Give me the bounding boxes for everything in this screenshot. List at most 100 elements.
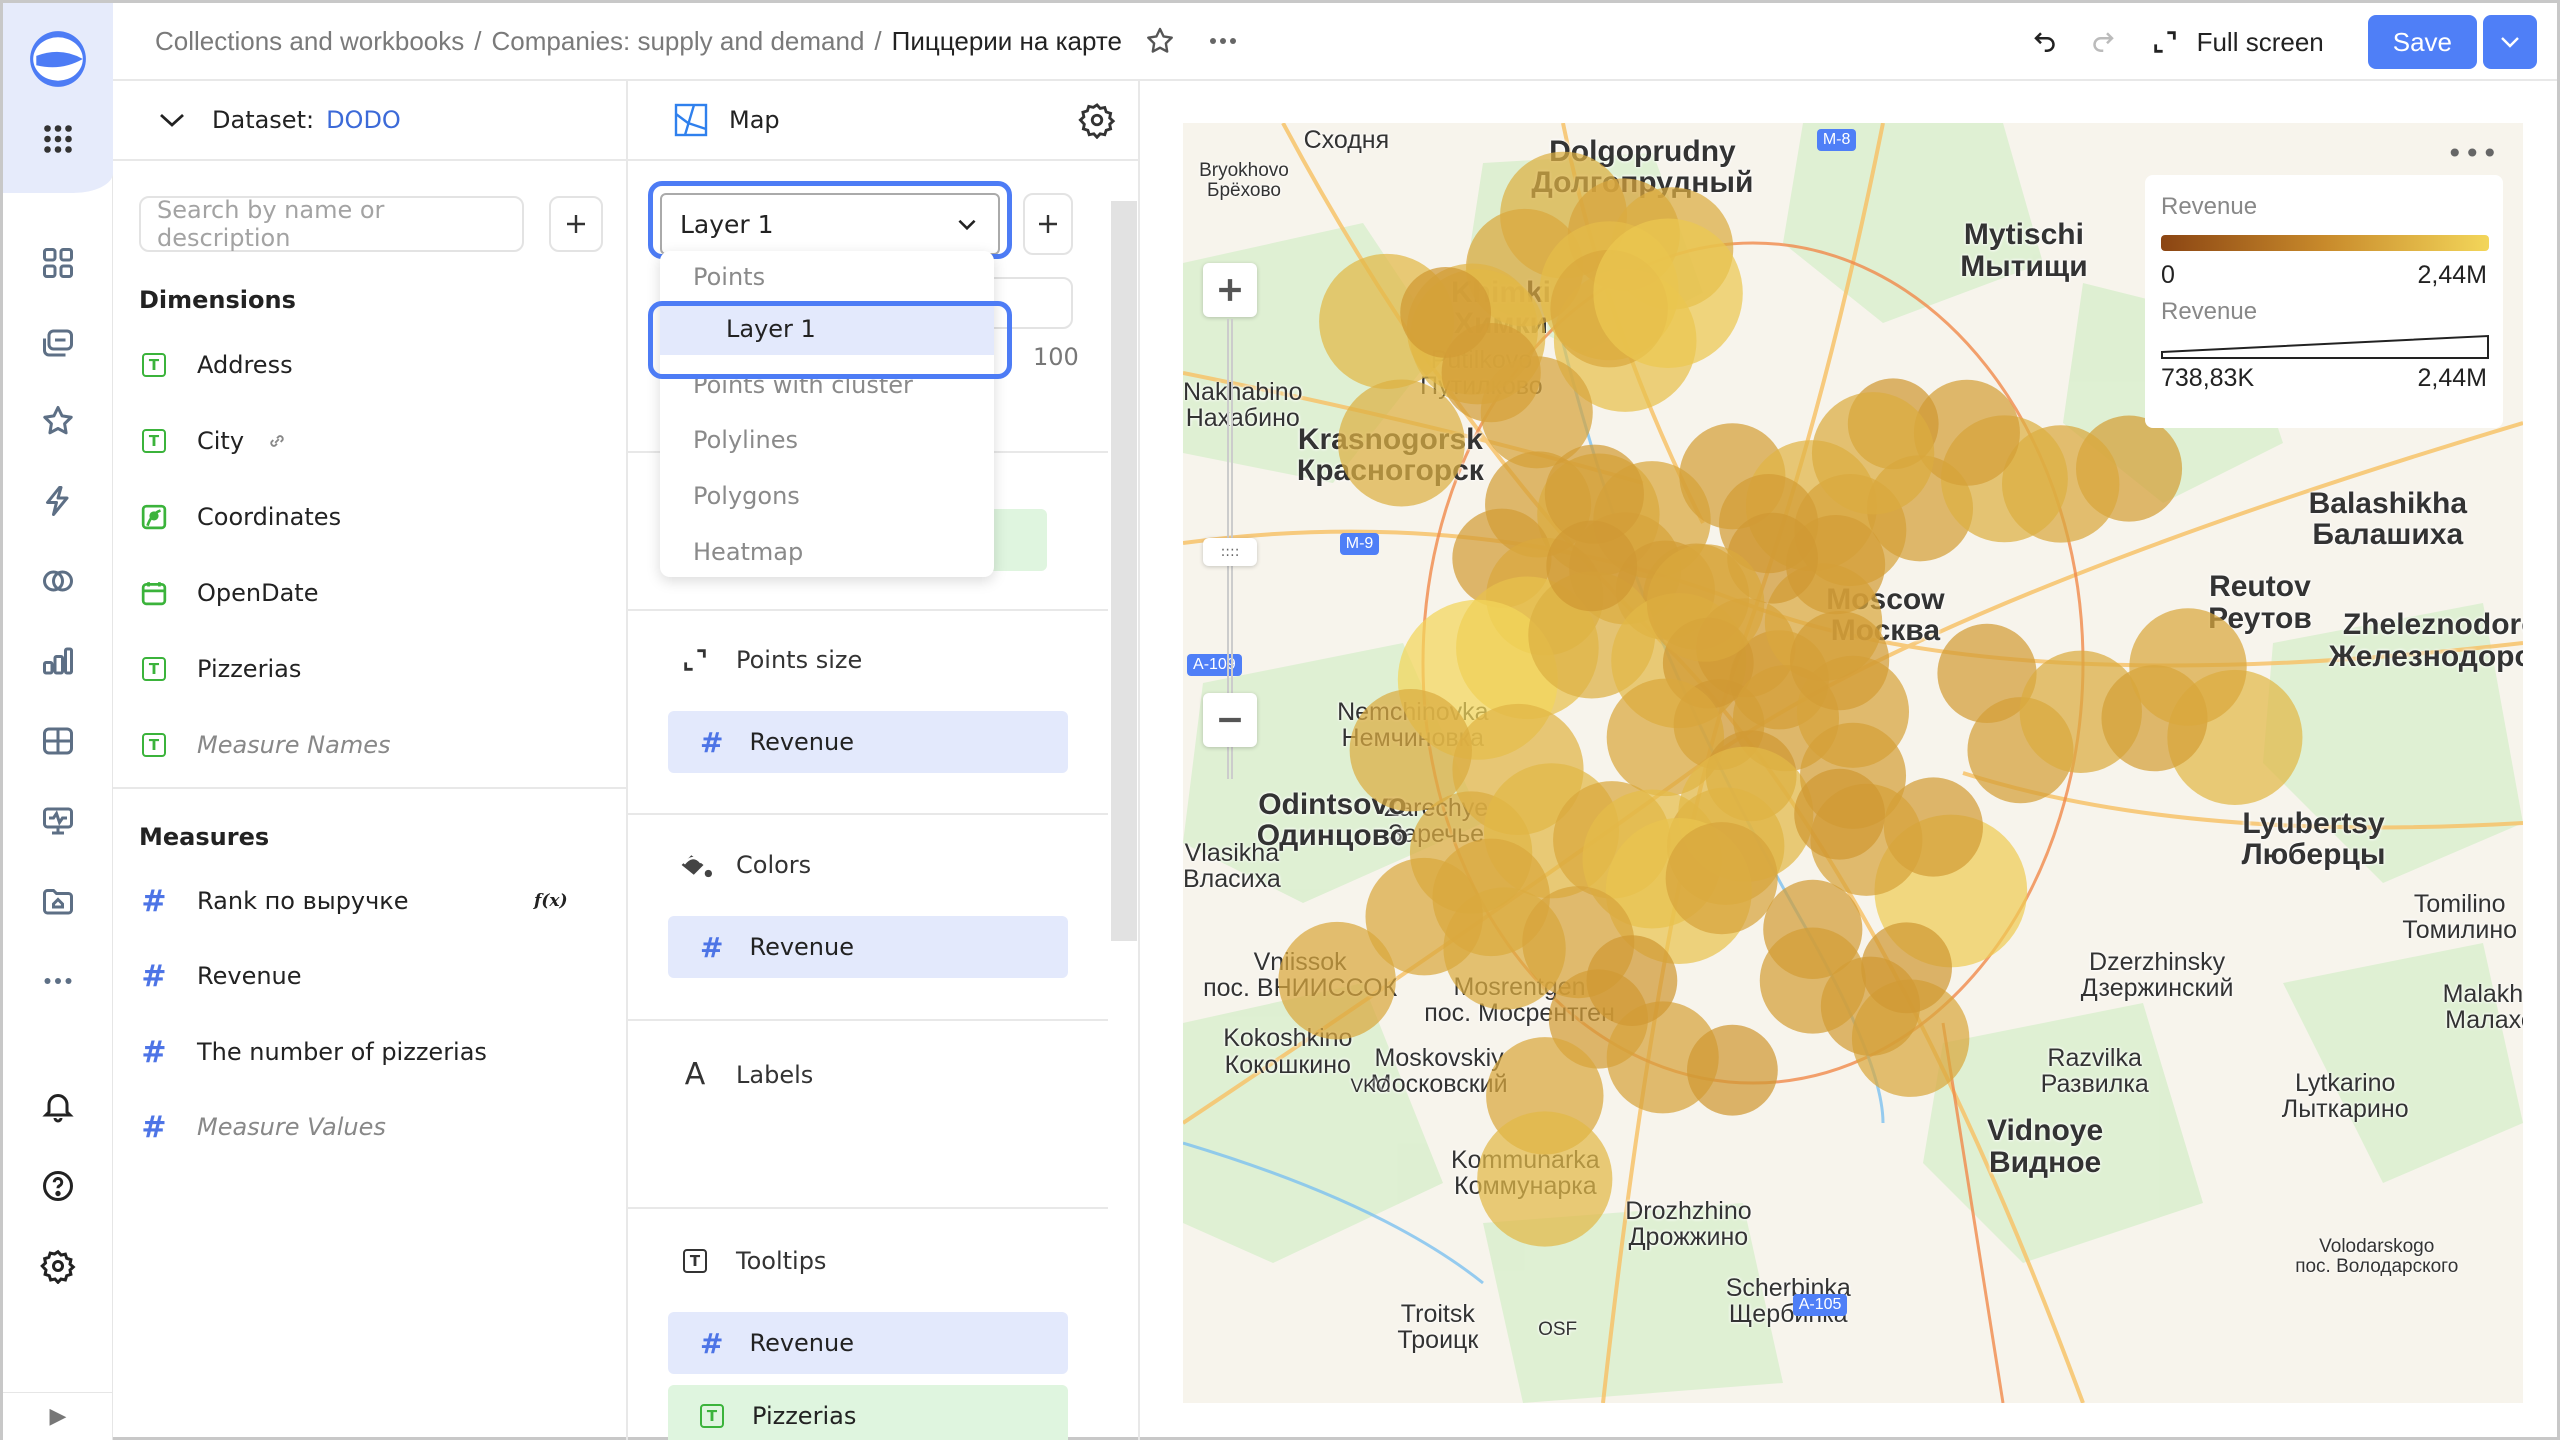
map-point[interactable] [1477, 1111, 1613, 1247]
favorites-star-icon[interactable] [3, 393, 113, 449]
dataset-header[interactable]: Dataset: DODO [113, 81, 626, 161]
top-header: Collections and workbooks / Companies: s… [113, 3, 2557, 81]
zoom-out-button[interactable] [1203, 693, 1257, 747]
dimension-item[interactable]: Coordinates [139, 495, 599, 539]
dimension-item[interactable]: T City [139, 419, 599, 463]
number-type-icon: # [141, 883, 167, 919]
dropdown-group-polylines[interactable]: Polylines [660, 414, 994, 466]
measure-item[interactable]: # Measure Values [139, 1105, 599, 1149]
map-legend: Revenue 0 2,44M Revenue 738,83K 2,44M [2145, 175, 2503, 428]
map-point[interactable] [1646, 544, 1765, 662]
map-point[interactable] [1794, 768, 1885, 860]
dataset-name[interactable]: DODO [326, 106, 401, 134]
panel-scrollbar[interactable] [1111, 201, 1137, 941]
map-point[interactable] [2129, 608, 2247, 726]
apps-grid-icon[interactable] [3, 111, 113, 167]
connections-bolt-icon[interactable] [3, 473, 113, 529]
dataset-panel: Dataset: DODO Search by name or descript… [113, 81, 628, 1440]
number-type-icon: # [700, 1326, 724, 1360]
logo-icon[interactable] [3, 29, 113, 89]
add-layer-button[interactable] [1023, 193, 1073, 255]
text-a-icon: A [684, 1057, 706, 1092]
dropdown-group-points: Points [693, 263, 766, 291]
map-canvas[interactable]: DolgoprudnyДолгопрудныйMytischiМытищиKhi… [1183, 123, 2523, 1403]
dimension-item[interactable]: T Measure Names [139, 723, 599, 767]
dimension-item[interactable]: T Address [139, 343, 599, 387]
chart-settings-gear-icon[interactable] [1078, 101, 1116, 145]
map-point[interactable] [1665, 822, 1778, 935]
map-point[interactable] [1790, 611, 1890, 711]
section-divider [628, 813, 1108, 815]
expand-triangle-icon: ▶ [49, 1404, 67, 1429]
layer-select[interactable]: Layer 1 [660, 193, 1000, 255]
text-type-icon: T [142, 733, 166, 757]
color-legend-min: 0 [2161, 261, 2175, 289]
dashboards-grid-icon[interactable] [3, 713, 113, 769]
points-size-field-chip[interactable]: # Revenue [668, 711, 1068, 773]
save-button[interactable]: Save [2367, 15, 2477, 69]
chart-type-header[interactable]: Map [628, 81, 1138, 161]
map-more-icon[interactable]: ••• [2446, 137, 2499, 170]
map-point[interactable] [1586, 935, 1678, 1026]
fullscreen-icon[interactable] [2151, 28, 2179, 56]
collapse-rail-button[interactable]: ▶ [3, 1392, 113, 1440]
add-field-button[interactable] [549, 196, 603, 252]
dropdown-group-points-with-cluster[interactable]: Points with cluster [660, 359, 994, 411]
map-point[interactable] [1763, 879, 1863, 979]
colors-field-chip[interactable]: # Revenue [668, 916, 1068, 978]
redo-icon[interactable] [2087, 27, 2117, 57]
map-point[interactable] [1349, 689, 1472, 812]
chip-label: Revenue [749, 933, 854, 961]
tooltips-field-chip[interactable]: # Revenue [668, 1312, 1068, 1374]
map-point[interactable] [1337, 379, 1465, 507]
map-point[interactable] [1687, 1024, 1778, 1116]
chip-label: Pizzerias [752, 1402, 857, 1430]
dimension-item[interactable]: OpenDate [139, 571, 599, 615]
map-point[interactable] [1593, 218, 1743, 368]
measure-item[interactable]: # The number of pizzerias [139, 1030, 599, 1074]
settings-gear-icon[interactable] [3, 1238, 113, 1294]
dropdown-group-heatmap[interactable]: Heatmap [660, 526, 994, 578]
fullscreen-button[interactable]: Full screen [2197, 27, 2324, 58]
text-type-icon: T [142, 429, 166, 453]
help-icon[interactable] [3, 1158, 113, 1214]
chevron-down-icon [160, 113, 184, 127]
breadcrumb-workbook[interactable]: Companies: supply and demand [492, 26, 865, 57]
field-label: Revenue [197, 962, 302, 990]
datasets-rings-icon[interactable] [3, 553, 113, 609]
color-legend-title: Revenue [2161, 193, 2258, 220]
dropdown-group-polygons[interactable]: Polygons [660, 470, 994, 522]
notifications-bell-icon[interactable] [3, 1078, 113, 1134]
dropdown-item-layer-1[interactable]: Layer 1 [660, 303, 994, 355]
tooltips-field-chip[interactable]: T Pizzerias [668, 1385, 1068, 1440]
more-actions-icon[interactable] [1208, 36, 1238, 46]
measure-item[interactable]: # Rank по выручке f(x) [139, 879, 599, 923]
field-search-input[interactable]: Search by name or description [139, 196, 524, 252]
favorite-star-icon[interactable] [1144, 25, 1176, 57]
plus-icon [1039, 215, 1057, 233]
charts-bar-icon[interactable] [3, 633, 113, 689]
field-label: The number of pizzerias [197, 1038, 487, 1066]
dataset-label: Dataset: [212, 106, 315, 134]
map-point[interactable] [1811, 392, 1935, 515]
text-type-icon: T [700, 1404, 724, 1428]
more-dots-icon[interactable] [3, 953, 113, 1009]
field-label: Pizzerias [197, 655, 302, 683]
number-type-icon: # [141, 958, 167, 994]
save-options-button[interactable] [2483, 15, 2537, 69]
breadcrumb-collections[interactable]: Collections and workbooks [155, 26, 464, 57]
map-point[interactable] [1278, 921, 1396, 1040]
map-point[interactable] [1546, 520, 1638, 612]
folder-home-icon[interactable] [3, 873, 113, 929]
dimension-item[interactable]: T Pizzerias [139, 647, 599, 691]
chart-type-label: Map [729, 106, 780, 134]
collections-icon[interactable] [3, 235, 113, 291]
monitoring-icon[interactable] [3, 793, 113, 849]
zoom-slider-handle[interactable]: :::: [1203, 538, 1257, 566]
workbooks-icon[interactable] [3, 315, 113, 371]
map-point[interactable] [1861, 922, 1952, 1014]
dimensions-title: Dimensions [139, 286, 296, 314]
measure-item[interactable]: # Revenue [139, 954, 599, 998]
undo-icon[interactable] [2031, 27, 2061, 57]
zoom-in-button[interactable] [1203, 263, 1257, 317]
